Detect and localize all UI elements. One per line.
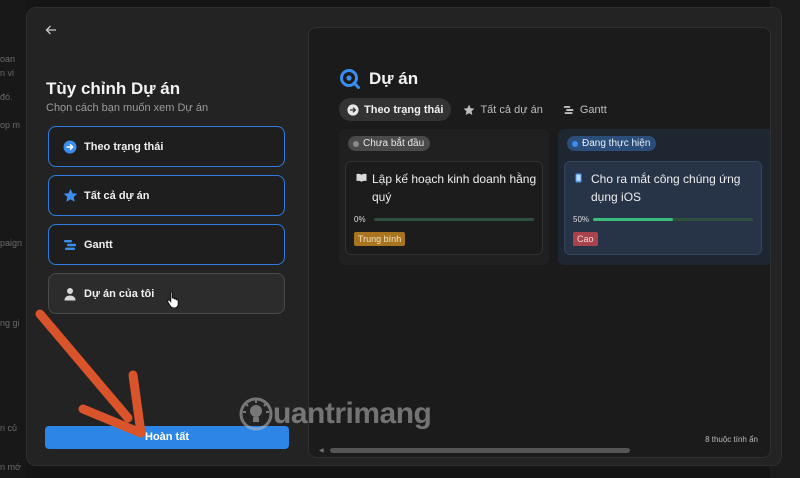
background-text: n củ [0,423,18,433]
option-all-projects[interactable]: Tất cả dự án [48,175,285,216]
tab-label: Gantt [579,103,607,116]
progress-label: 50% [573,215,590,224]
layout-preview-panel: Dự án Theo trạng thái Tất cả dự án Gantt [308,27,771,458]
dialog-subtitle: Chọn cách bạn muốn xem Dự án [46,102,209,114]
gantt-icon [62,237,78,253]
option-gantt[interactable]: Gantt [48,224,285,265]
progress-label: 0% [354,215,366,224]
watermark-text: uantrimang [273,397,432,430]
status-badge: Đang thực hiện [567,136,657,151]
preview-header: Dự án [339,68,418,90]
background-app-strip: oan n vi đó. op m paign ng gi n củ n mớ [0,0,26,478]
status-dot [572,140,578,147]
progress-bar [593,218,753,221]
status-dot [353,140,359,147]
arrow-left-icon [45,25,56,35]
hidden-properties-note: 8 thuộc tính ẩn [705,435,758,444]
dialog-title: Tùy chỉnh Dự án [46,79,181,98]
arrow-circle-icon [347,103,359,116]
option-label: Dự án của tôi [84,287,155,300]
background-text: n vi [0,68,15,78]
lightbulb-logo-icon [239,397,273,431]
gantt-icon [563,105,575,115]
preview-tabs: Theo trạng thái Tất cả dự án Gantt [339,98,619,121]
option-label: Theo trạng thái [84,140,164,153]
tab-label: Tất cả dự án [480,103,543,116]
status-badge: Chưa bắt đầu [348,136,431,151]
tab-label: Theo trạng thái [364,103,444,116]
status-column-not-started: Chưa bắt đầu Lập kế hoạch kinh doanh hằn… [339,129,549,265]
horizontal-scrollbar[interactable]: ◀ [319,447,669,454]
background-text: n mớ [0,462,21,472]
project-card[interactable]: Lập kế hoạch kinh doanh hằng quý 0% Trun… [345,161,543,255]
priority-badge: Cao [573,232,598,246]
tab-by-status[interactable]: Theo trạng thái [339,98,452,121]
person-icon [62,286,78,302]
tab-all-projects[interactable]: Tất cả dự án [455,98,550,121]
hand-cursor-icon [167,291,179,308]
status-label: Đang thực hiện [582,138,651,149]
book-icon [356,173,367,182]
option-label: Tất cả dự án [84,189,150,202]
background-text: op m [0,120,21,130]
star-icon [62,188,78,204]
arrow-circle-icon [62,139,78,155]
project-card[interactable]: Cho ra mắt công chúng ứng dụng iOS 50% C… [564,161,762,255]
status-column-in-progress: Đang thực hiện Cho ra mắt công chúng ứng… [558,129,770,265]
scroll-left-icon: ◀ [319,447,324,454]
background-text: ng gi [0,318,20,328]
option-label: Gantt [84,238,113,251]
scrollbar-thumb[interactable] [329,447,630,453]
preview-title: Dự án [369,69,419,88]
background-text: đó. [0,92,13,102]
tab-gantt[interactable]: Gantt [555,98,615,121]
project-logo-icon [340,69,360,89]
progress-bar [374,218,534,221]
background-text: oan [0,54,16,64]
background-text: paign [0,238,23,248]
phone-icon [575,173,582,183]
customize-projects-dialog: Tùy chỉnh Dự án Chọn cách bạn muốn xem D… [26,7,782,466]
back-button[interactable] [41,22,61,42]
priority-badge: Trung bình [354,232,406,246]
option-by-status[interactable]: Theo trạng thái [48,126,285,167]
status-label: Chưa bắt đầu [363,138,425,149]
project-title: Cho ra mắt công chúng ứng dụng iOS [591,172,741,204]
watermark: uantrimang [239,397,432,431]
progress-fill [593,218,673,221]
star-icon [463,104,475,116]
project-title: Lập kế hoạch kinh doanh hằng quý [372,172,537,204]
